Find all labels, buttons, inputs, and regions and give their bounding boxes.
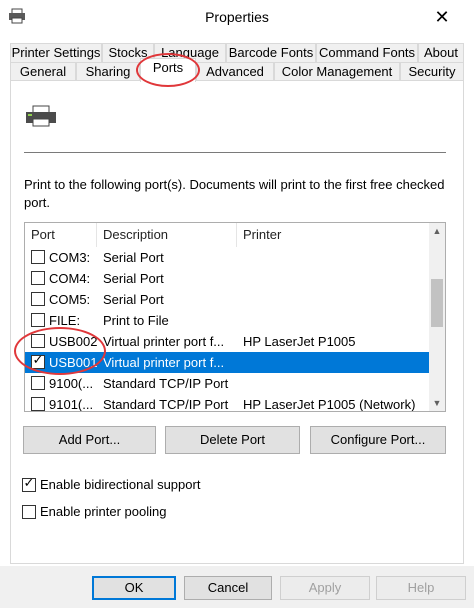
port-description: Serial Port <box>103 250 164 265</box>
cancel-button[interactable]: Cancel <box>184 576 272 600</box>
port-row[interactable]: COM5: Serial Port <box>25 289 429 310</box>
port-description: Serial Port <box>103 271 164 286</box>
ok-button[interactable]: OK <box>92 576 176 600</box>
port-description: Serial Port <box>103 292 164 307</box>
add-port-button[interactable]: Add Port... <box>23 426 156 454</box>
tab-color-management[interactable]: Color Management <box>274 62 400 82</box>
port-checkbox[interactable] <box>31 397 45 411</box>
delete-port-button[interactable]: Delete Port <box>165 426 300 454</box>
port-checkbox[interactable] <box>31 334 45 348</box>
bidirectional-option[interactable]: ✓ Enable bidirectional support <box>22 476 242 494</box>
tab-advanced[interactable]: Advanced <box>196 62 274 82</box>
printer-large-icon <box>26 105 56 127</box>
tab-barcode-fonts[interactable]: Barcode Fonts <box>226 43 316 63</box>
port-checkbox[interactable] <box>31 313 45 327</box>
port-row[interactable]: COM4: Serial Port <box>25 268 429 289</box>
port-description: Standard TCP/IP Port <box>103 376 229 391</box>
bidirectional-checkbox[interactable]: ✓ <box>22 475 36 492</box>
port-row[interactable]: 9101(... Standard TCP/IP Port HP LaserJe… <box>25 394 429 412</box>
scroll-down-icon[interactable]: ▼ <box>429 395 445 411</box>
pooling-checkbox[interactable] <box>22 505 36 519</box>
check-icon: ✓ <box>23 475 35 490</box>
tab-ports[interactable]: Ports <box>140 58 196 82</box>
port-checkbox[interactable]: ✓ <box>31 352 45 369</box>
configure-port-button[interactable]: Configure Port... <box>310 426 446 454</box>
tab-printer-settings[interactable]: Printer Settings <box>10 43 102 63</box>
port-row[interactable]: 9100(... Standard TCP/IP Port <box>25 373 429 394</box>
port-printer: HP LaserJet P1005 <box>243 334 356 349</box>
port-description: Print to File <box>103 313 169 328</box>
scroll-up-icon[interactable]: ▲ <box>429 223 445 239</box>
check-icon: ✓ <box>32 352 44 367</box>
pooling-option[interactable]: Enable printer pooling <box>22 503 202 521</box>
window-title: Properties <box>205 9 269 25</box>
port-row[interactable]: FILE: Print to File <box>25 310 429 331</box>
port-description: Virtual printer port f... <box>103 355 225 370</box>
column-header-port[interactable]: Port <box>25 223 97 247</box>
tab-command-fonts[interactable]: Command Fonts <box>316 43 418 63</box>
tab-about[interactable]: About <box>418 43 464 63</box>
scrollbar-thumb[interactable] <box>431 279 443 327</box>
port-row[interactable]: USB002 Virtual printer port f... HP Lase… <box>25 331 429 352</box>
port-description: Virtual printer port f... <box>103 334 225 349</box>
port-checkbox[interactable] <box>31 271 45 285</box>
port-printer: HP LaserJet P1005 (Network) <box>243 397 416 412</box>
port-list[interactable]: Port Description Printer COM3: Serial Po… <box>24 222 446 412</box>
ports-instructions: Print to the following port(s). Document… <box>24 177 445 210</box>
apply-button[interactable]: Apply <box>280 576 370 600</box>
port-checkbox[interactable] <box>31 250 45 264</box>
pooling-label: Enable printer pooling <box>40 504 167 519</box>
list-scrollbar[interactable]: ▲ ▼ <box>429 223 445 411</box>
column-header-printer[interactable]: Printer <box>237 223 429 247</box>
port-row-selected[interactable]: ✓ USB001 Virtual printer port f... <box>25 352 429 373</box>
help-button[interactable]: Help <box>376 576 466 600</box>
port-checkbox[interactable] <box>31 376 45 390</box>
close-button[interactable]: ✕ <box>428 4 456 30</box>
tab-general[interactable]: General <box>10 62 76 82</box>
tab-sharing[interactable]: Sharing <box>76 62 140 82</box>
title-bar: Properties ✕ <box>0 0 474 36</box>
bidirectional-label: Enable bidirectional support <box>40 477 201 492</box>
list-header: Port Description Printer <box>25 223 429 247</box>
port-row[interactable]: COM3: Serial Port <box>25 247 429 268</box>
dialog-footer: OK Cancel Apply Help <box>0 566 474 608</box>
separator <box>24 152 446 153</box>
port-description: Standard TCP/IP Port <box>103 397 229 412</box>
column-header-description[interactable]: Description <box>97 223 237 247</box>
port-checkbox[interactable] <box>31 292 45 306</box>
tab-security[interactable]: Security <box>400 62 464 82</box>
